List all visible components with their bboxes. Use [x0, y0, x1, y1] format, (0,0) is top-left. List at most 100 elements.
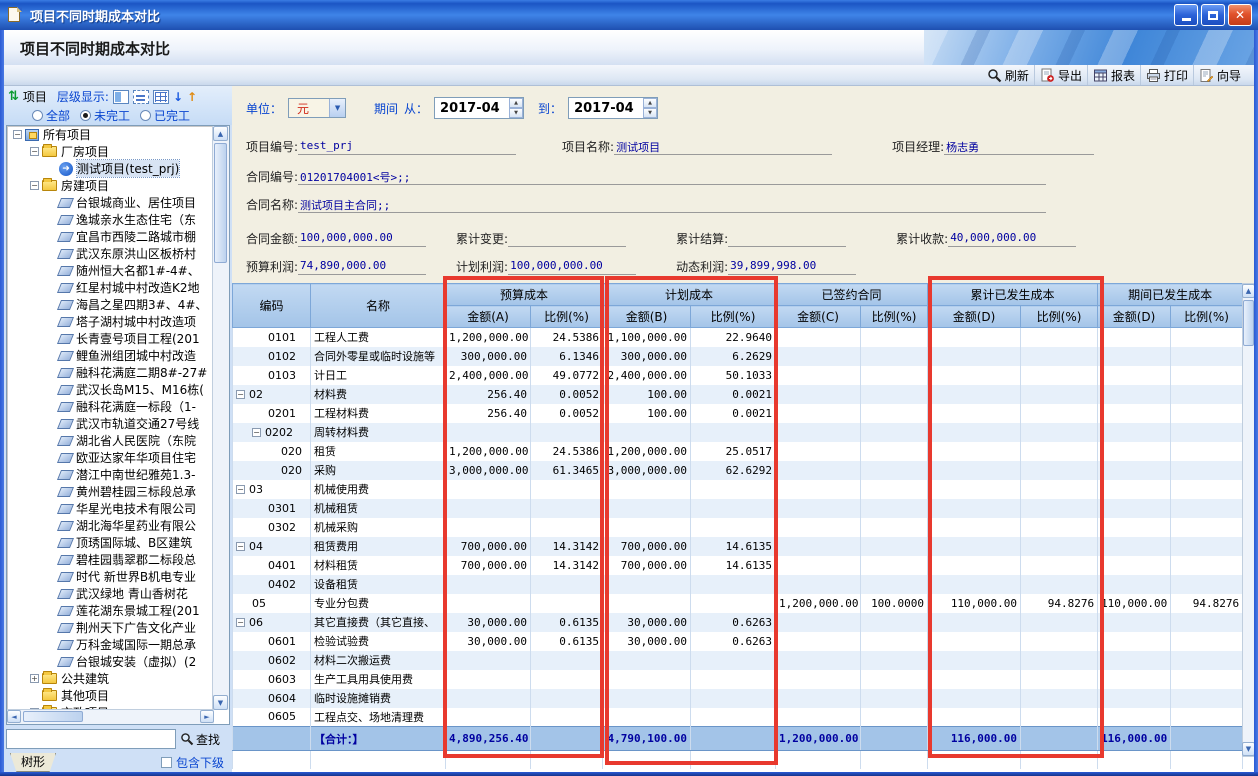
tree-item[interactable]: +公共建筑	[7, 670, 212, 687]
table-row[interactable]: 0602材料二次搬运费	[233, 651, 1243, 670]
tree-item[interactable]: 黄州碧桂园三标段总承	[7, 483, 212, 500]
table-row[interactable]: 0103计日工2,400,000.0049.07722,400,000.0050…	[233, 366, 1243, 385]
导出-button[interactable]: 导出	[1034, 65, 1087, 85]
tree-horizontal-scrollbar[interactable]: ◄ ►	[7, 709, 214, 724]
grid-view-icon[interactable]	[153, 90, 169, 104]
maximize-button[interactable]	[1201, 4, 1225, 26]
column-subheader[interactable]: 金额(A)	[446, 306, 531, 328]
tree-item[interactable]: 海昌之星四期3#、4#、	[7, 296, 212, 313]
table-row[interactable]: 0401材料租赁700,000.0014.3142700,000.0014.61…	[233, 556, 1243, 575]
table-row[interactable]: −06其它直接费（其它直接、30,000.000.613530,000.000.…	[233, 613, 1243, 632]
close-button[interactable]: ✕	[1228, 4, 1252, 26]
tree-item[interactable]: 欧亚达家年华项目住宅	[7, 449, 212, 466]
column-group-header[interactable]: 已签约合同	[776, 284, 928, 306]
table-row[interactable]: 0102合同外零星或临时设施等300,000.006.1346300,000.0…	[233, 347, 1243, 366]
column-subheader[interactable]: 金额(B)	[603, 306, 691, 328]
tree-item[interactable]: 碧桂园翡翠郡二标段总	[7, 551, 212, 568]
column-group-header[interactable]: 期间已发生成本	[1098, 284, 1243, 306]
radio-未完工[interactable]: 未完工	[80, 107, 130, 124]
向导-button[interactable]: 向导	[1193, 65, 1246, 85]
tree-item[interactable]: ➜测试项目(test_prj)	[7, 160, 212, 177]
tab-tree-view[interactable]: 树形	[10, 753, 56, 772]
tree-item[interactable]: 武汉绿地 青山香树花	[7, 585, 212, 602]
table-row[interactable]: 0604临时设施摊销费	[233, 689, 1243, 708]
include-sublevel-checkbox[interactable]: 包含下级	[161, 754, 224, 771]
find-button[interactable]: 查找	[180, 731, 220, 748]
table-row[interactable]: 0402设备租赁	[233, 575, 1243, 594]
unit-select[interactable]: 元 ▼	[288, 98, 346, 118]
tree-item[interactable]: 长青壹号项目工程(201	[7, 330, 212, 347]
tree-search-input[interactable]	[6, 729, 176, 749]
column-subheader[interactable]: 比例(%)	[691, 306, 776, 328]
collapse-icon[interactable]: −	[30, 181, 39, 190]
checkbox-icon[interactable]	[161, 757, 172, 768]
column-header-code[interactable]: 编码	[233, 284, 311, 328]
sort-descending-icon[interactable]: ↓	[173, 90, 183, 104]
tree-item[interactable]: 潜江中南世纪雅苑1.3-	[7, 466, 212, 483]
tree-item[interactable]: −房建项目	[7, 177, 212, 194]
scroll-up-icon[interactable]: ▲	[213, 126, 228, 141]
tree-item[interactable]: 武汉长岛M15、M16栋(	[7, 381, 212, 398]
refresh-tree-icon[interactable]: ⇅	[8, 89, 19, 104]
tree-item[interactable]: 鲤鱼洲组团城中村改造	[7, 347, 212, 364]
scroll-down-icon[interactable]: ▼	[213, 695, 228, 710]
table-row[interactable]: −03机械使用费	[233, 480, 1243, 499]
spin-down-icon[interactable]: ▼	[643, 108, 657, 118]
collapse-icon[interactable]: −	[252, 428, 261, 437]
tree-item[interactable]: 台银城商业、居住项目	[7, 194, 212, 211]
scroll-right-icon[interactable]: ►	[200, 710, 214, 723]
tree-vertical-scrollbar[interactable]: ▲ ▼	[212, 126, 229, 710]
table-row[interactable]: 0603生产工具用具使用费	[233, 670, 1243, 689]
tree-item[interactable]: 台银城安装（虚拟）(2	[7, 653, 212, 670]
tree-item[interactable]: 其他项目	[7, 687, 212, 704]
tree-item[interactable]: 武汉市轨道交通27号线	[7, 415, 212, 432]
card-view-icon[interactable]	[113, 90, 129, 104]
spin-up-icon[interactable]: ▲	[643, 98, 657, 108]
collapse-icon[interactable]: −	[236, 485, 245, 494]
minimize-button[interactable]	[1174, 4, 1198, 26]
打印-button[interactable]: 打印	[1140, 65, 1193, 85]
table-row[interactable]: 020租赁1,200,000.0024.53861,200,000.0025.0…	[233, 442, 1243, 461]
collapse-icon[interactable]: −	[13, 130, 22, 139]
报表-button[interactable]: 报表	[1087, 65, 1140, 85]
table-row[interactable]: −0202周转材料费	[233, 423, 1243, 442]
刷新-button[interactable]: 刷新	[982, 65, 1034, 85]
tree-item[interactable]: 华星光电技术有限公司	[7, 500, 212, 517]
table-row[interactable]: 05专业分包费1,200,000.00100.0000110,000.0094.…	[233, 594, 1243, 613]
tree-item[interactable]: 融科花满庭一标段（1-	[7, 398, 212, 415]
scroll-left-icon[interactable]: ◄	[7, 710, 21, 723]
period-from-input[interactable]: 2017-04 ▲▼	[434, 97, 524, 119]
column-subheader[interactable]: 比例(%)	[1171, 306, 1243, 328]
tree-item[interactable]: 红星村城中村改造K2地	[7, 279, 212, 296]
radio-icon[interactable]	[32, 110, 43, 121]
table-row[interactable]: 0601检验试验费30,000.000.613530,000.000.6263	[233, 632, 1243, 651]
radio-icon[interactable]	[140, 110, 151, 121]
column-subheader[interactable]: 金额(D)	[1098, 306, 1171, 328]
column-subheader[interactable]: 金额(C)	[776, 306, 861, 328]
table-row[interactable]: −02材料费256.400.0052100.000.0021	[233, 385, 1243, 404]
tree-item[interactable]: 荆州天下广告文化产业	[7, 619, 212, 636]
column-group-header[interactable]: 计划成本	[603, 284, 776, 306]
tree-item[interactable]: 莲花湖东景城工程(201	[7, 602, 212, 619]
tree-item[interactable]: 顶琇国际城、B区建筑	[7, 534, 212, 551]
table-row[interactable]: 0201工程材料费256.400.0052100.000.0021	[233, 404, 1243, 423]
tree-item[interactable]: 融科花满庭二期8#-27#	[7, 364, 212, 381]
tree-item[interactable]: 湖北海华星药业有限公	[7, 517, 212, 534]
list-view-icon[interactable]	[133, 90, 149, 104]
tree-item[interactable]: 湖北省人民医院（东院	[7, 432, 212, 449]
collapse-icon[interactable]: −	[236, 542, 245, 551]
spin-down-icon[interactable]: ▼	[509, 108, 523, 118]
table-vscroll-thumb[interactable]	[1243, 300, 1254, 346]
collapse-icon[interactable]: −	[236, 618, 245, 627]
column-subheader[interactable]: 比例(%)	[531, 306, 603, 328]
collapse-icon[interactable]: −	[236, 390, 245, 399]
tree-item[interactable]: 万科金域国际一期总承	[7, 636, 212, 653]
sort-ascending-icon[interactable]: ↑	[187, 90, 197, 104]
column-group-header[interactable]: 预算成本	[446, 284, 603, 306]
tree-item[interactable]: 随州恒大名都1#-4#、	[7, 262, 212, 279]
radio-全部[interactable]: 全部	[32, 107, 70, 124]
period-to-input[interactable]: 2017-04 ▲▼	[568, 97, 658, 119]
tree-item[interactable]: −厂房项目	[7, 143, 212, 160]
column-subheader[interactable]: 比例(%)	[861, 306, 928, 328]
collapse-icon[interactable]: −	[30, 147, 39, 156]
